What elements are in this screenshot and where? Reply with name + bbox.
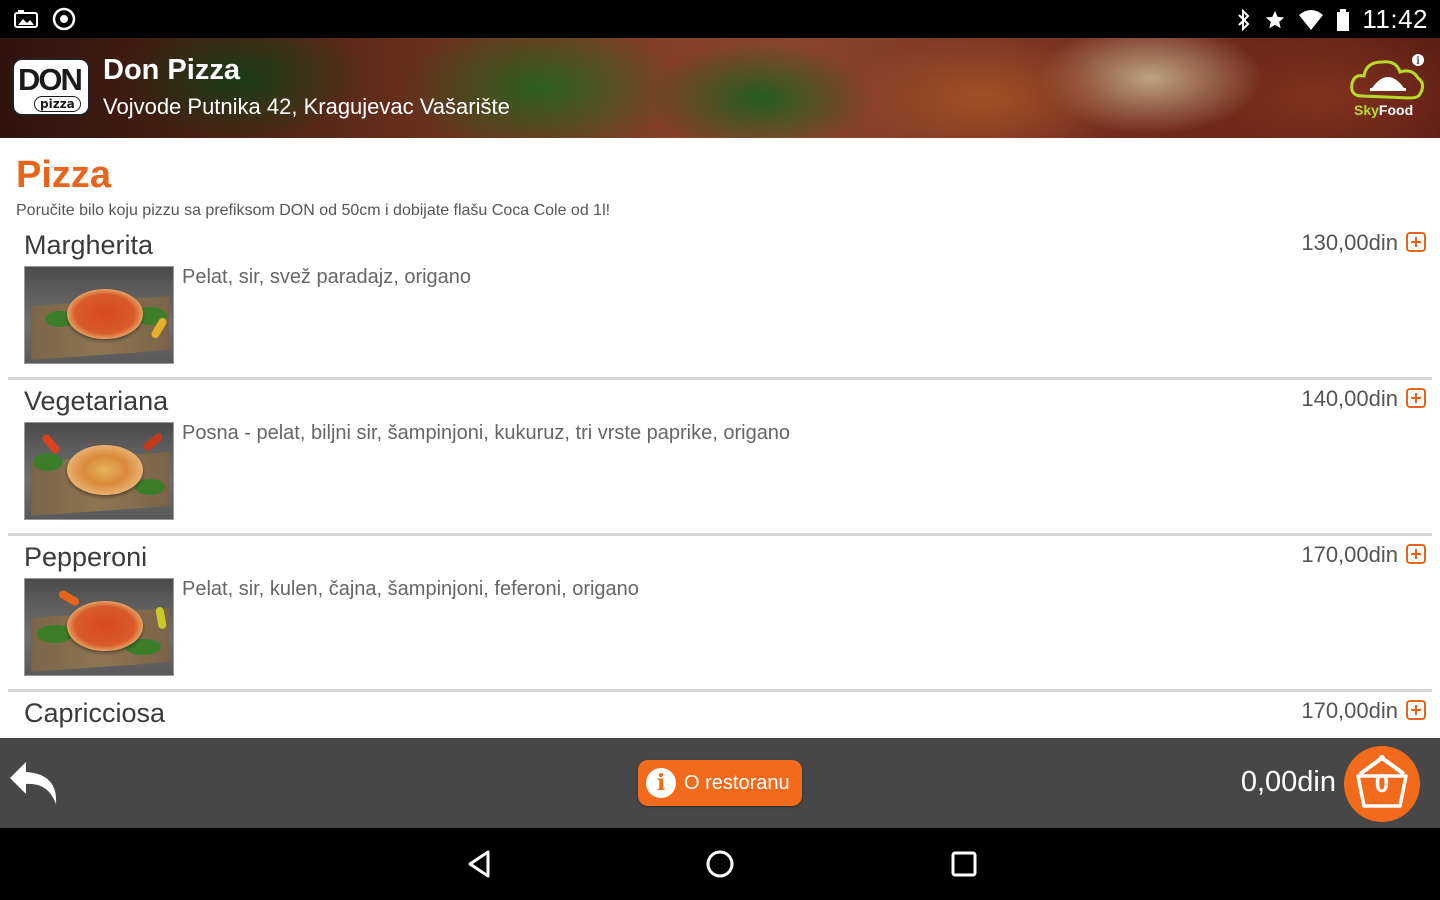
cart-total: 0,00din <box>1240 766 1336 798</box>
restaurant-address: Vojvode Putnika 42, Kragujevac Vašarište <box>103 94 510 119</box>
skyfood-logo[interactable]: i SkyFood <box>1348 52 1428 122</box>
android-nav-bar <box>0 828 1440 900</box>
add-to-cart-icon[interactable] <box>1406 544 1426 564</box>
bottom-action-bar: i O restoranu 0,00din 0 <box>0 738 1440 828</box>
add-to-cart-icon[interactable] <box>1406 232 1426 252</box>
item-image <box>24 578 174 676</box>
svg-text:i: i <box>1416 56 1420 67</box>
restaurant-name: Don Pizza <box>103 54 240 86</box>
info-icon: i <box>646 768 676 798</box>
item-price: 170,00din <box>1301 698 1398 723</box>
recents-square-icon <box>951 851 977 877</box>
cart-button[interactable]: 0 <box>1344 746 1420 822</box>
item-description: Pelat, sir, kulen, čajna, šampinjoni, fe… <box>182 578 639 600</box>
item-price: 170,00din <box>1301 542 1398 567</box>
item-image <box>24 266 174 364</box>
item-description: Posna - pelat, biljni sir, šampinjoni, k… <box>182 422 791 444</box>
menu-item-vegetariana[interactable]: Vegetariana Posna - pelat, biljni sir, š… <box>8 380 1432 536</box>
status-bar: 11:42 <box>0 0 1440 38</box>
back-button[interactable] <box>6 754 66 810</box>
menu-item-pepperoni[interactable]: Pepperoni Pelat, sir, kulen, čajna, šamp… <box>8 536 1432 692</box>
undo-arrow-icon <box>10 762 57 804</box>
item-price: 140,00din <box>1301 386 1398 411</box>
item-name: Pepperoni <box>24 542 148 572</box>
sync-icon <box>52 7 76 31</box>
don-pizza-logo: DON pizza <box>12 58 90 116</box>
back-triangle-icon <box>468 850 490 878</box>
nav-home-button[interactable] <box>700 844 740 884</box>
nav-recents-button[interactable] <box>944 844 984 884</box>
nav-back-button[interactable] <box>460 844 500 884</box>
add-to-cart-icon[interactable] <box>1406 388 1426 408</box>
cart-count: 0 <box>1374 768 1390 798</box>
bluetooth-icon <box>1238 8 1250 31</box>
category-promo: Poručite bilo koju pizzu sa prefiksom DO… <box>16 202 611 219</box>
item-name: Margherita <box>24 230 154 260</box>
menu-item-margherita[interactable]: Margherita Pelat, sir, svež paradajz, or… <box>8 224 1432 380</box>
category-title: Pizza <box>16 154 112 196</box>
add-to-cart-icon[interactable] <box>1406 700 1426 720</box>
wifi-icon <box>1299 9 1324 30</box>
restaurant-header: DON pizza Don Pizza Vojvode Putnika 42, … <box>0 38 1440 138</box>
star-icon <box>1266 10 1285 28</box>
photo-icon <box>14 10 38 28</box>
item-name: Capricciosa <box>24 698 166 728</box>
skyfood-cloud-icon: i <box>1350 54 1425 100</box>
item-description: Pelat, sir, svež paradajz, origano <box>182 266 472 288</box>
home-circle-icon <box>706 850 734 878</box>
item-price: 130,00din <box>1301 230 1398 255</box>
battery-icon <box>1337 8 1350 31</box>
menu-content[interactable]: Pizza Poručite bilo koju pizzu sa prefik… <box>0 138 1440 738</box>
status-clock: 11:42 <box>1362 4 1428 34</box>
about-restaurant-button[interactable]: i O restoranu <box>638 760 802 806</box>
menu-item-capricciosa[interactable]: Capricciosa 170,00din <box>8 692 1432 738</box>
item-image <box>24 422 174 520</box>
item-name: Vegetariana <box>24 386 169 416</box>
